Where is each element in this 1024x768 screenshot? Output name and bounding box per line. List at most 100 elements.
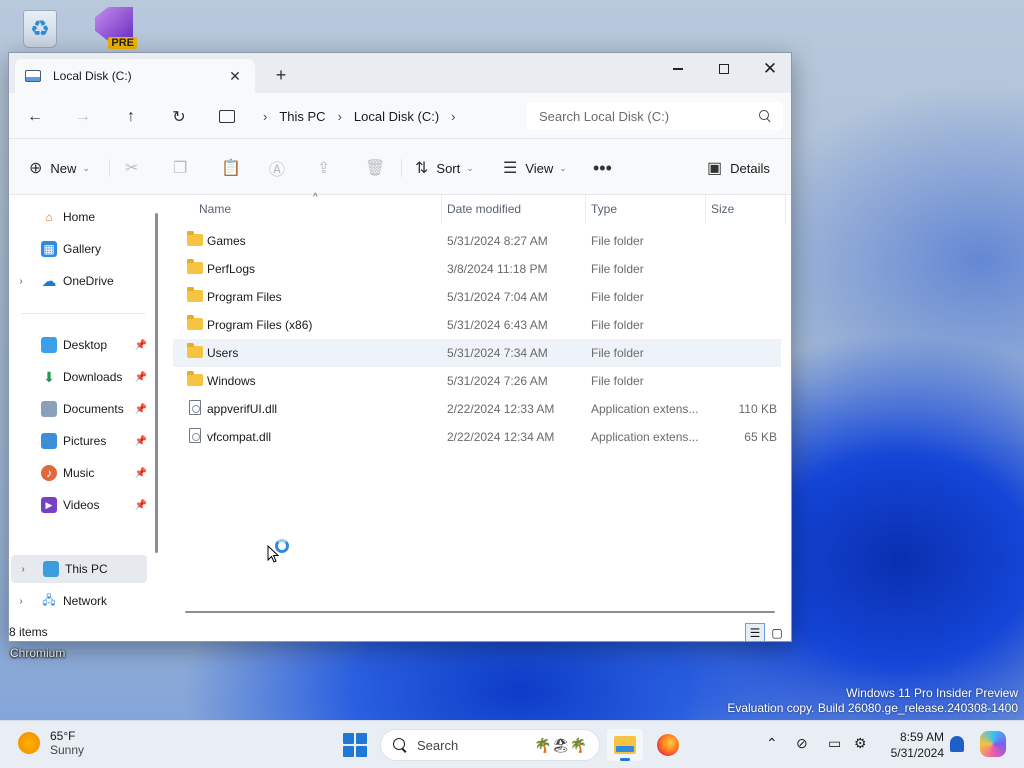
nav-item-documents[interactable]: Documents 📌	[9, 395, 149, 423]
details-label: Details	[730, 160, 770, 176]
refresh-button[interactable]: ↻	[167, 105, 191, 129]
table-row[interactable]: vfcompat.dll 2/22/2024 12:34 AM Applicatio…	[173, 423, 781, 451]
paste-button[interactable]: 📋	[221, 155, 249, 181]
expand-chevron-icon[interactable]: ›	[9, 596, 33, 607]
display-icon[interactable]: ▭	[828, 735, 841, 752]
expand-chevron-icon[interactable]: ›	[9, 276, 33, 287]
network-offline-icon[interactable]: ⊘	[796, 735, 808, 752]
close-tab-icon[interactable]: ✕	[225, 68, 245, 85]
taskbar: 65°F Sunny Search 🌴🏖🌴 ⌃ ⊘ ▭ ⚙ 8:59 AM 5/…	[0, 720, 1024, 768]
close-window-button[interactable]: ✕	[747, 55, 791, 83]
search-placeholder: Search Local Disk (C:)	[539, 108, 670, 124]
nav-item-videos[interactable]: ▶ Videos 📌	[9, 491, 149, 519]
copy-button[interactable]: ❐	[173, 155, 195, 181]
more-options-button[interactable]: •••	[593, 155, 620, 181]
weather-widget[interactable]: 65°F Sunny	[18, 729, 84, 757]
file-name: Games	[207, 234, 246, 248]
file-explorer-icon	[614, 736, 636, 754]
recycle-bin-icon[interactable]: ♻	[16, 6, 64, 52]
taskbar-search[interactable]: Search 🌴🏖🌴	[380, 729, 600, 761]
start-button[interactable]	[343, 733, 367, 757]
nav-item-desktop[interactable]: Desktop 📌	[9, 331, 149, 359]
ellipsis-icon: •••	[593, 157, 612, 178]
table-row[interactable]: Program Files (x86) 5/31/2024 6:43 AM File…	[173, 311, 781, 339]
chevron-right-icon[interactable]: ›	[263, 109, 267, 124]
up-button[interactable]: ↑	[119, 105, 143, 129]
maximize-button[interactable]	[701, 55, 747, 83]
horizontal-scrollbar[interactable]	[185, 611, 775, 613]
table-row[interactable]: Users 5/31/2024 7:34 AM File folder	[173, 339, 781, 367]
tab-local-disk[interactable]: Local Disk (C:) ✕	[15, 59, 255, 93]
forward-button[interactable]: →	[71, 105, 95, 129]
details-button[interactable]: ▣ Details	[707, 155, 770, 181]
nav-item-gallery[interactable]: ▦ Gallery	[9, 235, 149, 263]
chromium-desktop-label[interactable]: Chromium	[10, 646, 65, 660]
search-input[interactable]: Search Local Disk (C:)	[527, 102, 783, 130]
divider	[109, 159, 110, 177]
video-icon: ▶	[41, 497, 57, 513]
pin-icon[interactable]: 📌	[135, 436, 147, 447]
column-name[interactable]: Name	[199, 202, 231, 216]
column-divider[interactable]	[441, 195, 442, 223]
notification-bell-icon[interactable]	[950, 736, 964, 752]
view-button[interactable]: ☰ View ⌄	[503, 155, 567, 181]
nav-scrollbar[interactable]	[155, 213, 158, 553]
cloud-icon: ☁	[41, 273, 57, 290]
pin-icon[interactable]: 📌	[135, 404, 147, 415]
title-bar[interactable]: Local Disk (C:) ✕ + ✕	[9, 53, 791, 93]
details-view-button[interactable]: ☰	[745, 623, 765, 641]
clock[interactable]: 8:59 AM 5/31/2024	[880, 729, 944, 761]
breadcrumb-this-pc[interactable]: This PC	[279, 109, 325, 124]
pin-icon[interactable]: 📌	[135, 340, 147, 351]
table-row[interactable]: Windows 5/31/2024 7:26 AM File folder	[173, 367, 781, 395]
column-divider[interactable]	[705, 195, 706, 223]
sun-icon	[18, 732, 40, 754]
pin-icon[interactable]: 📌	[135, 372, 147, 383]
cut-button[interactable]: ✂	[125, 155, 146, 181]
chevron-right-icon[interactable]: ›	[451, 109, 455, 124]
rename-button[interactable]: Ⓐ	[269, 155, 293, 181]
taskbar-file-explorer[interactable]	[607, 729, 643, 761]
table-row[interactable]: appverifUI.dll 2/22/2024 12:33 AM Applicat…	[173, 395, 781, 423]
file-list: ^ Name Date modified Type Size Games 5/31…	[165, 192, 791, 623]
table-row[interactable]: Games 5/31/2024 8:27 AM File folder	[173, 227, 781, 255]
nav-item-downloads[interactable]: ⬇ Downloads 📌	[9, 363, 149, 391]
copilot-icon[interactable]	[980, 731, 1006, 757]
breadcrumb[interactable]: › This PC › Local Disk (C:) ›	[219, 102, 519, 130]
share-button[interactable]: ⇪	[317, 155, 338, 181]
new-tab-button[interactable]: +	[271, 65, 291, 86]
minimize-button[interactable]	[655, 55, 701, 83]
column-type[interactable]: Type	[591, 202, 617, 216]
table-row[interactable]: Program Files 5/31/2024 7:04 AM File folde…	[173, 283, 781, 311]
pin-icon[interactable]: 📌	[135, 500, 147, 511]
breadcrumb-local-disk[interactable]: Local Disk (C:)	[354, 109, 439, 124]
nav-item-this-pc[interactable]: › This PC	[11, 555, 147, 583]
dll-file-icon	[189, 400, 201, 415]
column-size[interactable]: Size	[711, 202, 734, 216]
accessibility-icon[interactable]: ⚙	[854, 735, 867, 752]
nav-item-home[interactable]: ⌂ Home	[9, 203, 149, 231]
chevron-right-icon[interactable]: ›	[338, 109, 342, 124]
taskbar-firefox[interactable]	[650, 729, 686, 761]
watermark-line-1: Windows 11 Pro Insider Preview	[846, 686, 1018, 700]
show-hidden-icons-chevron-icon[interactable]: ⌃	[766, 735, 778, 752]
column-date-modified[interactable]: Date modified	[447, 202, 521, 216]
column-divider[interactable]	[785, 195, 786, 223]
expand-chevron-icon[interactable]: ›	[11, 564, 35, 575]
table-row[interactable]: PerfLogs 3/8/2024 11:18 PM File folder	[173, 255, 781, 283]
pin-icon[interactable]: 📌	[135, 468, 147, 479]
weather-condition: Sunny	[50, 743, 85, 757]
tiles-view-button[interactable]: ▢	[767, 623, 787, 641]
nav-item-music[interactable]: ♪ Music 📌	[9, 459, 149, 487]
nav-item-network[interactable]: › 🖧 Network	[9, 587, 149, 615]
column-divider[interactable]	[585, 195, 586, 223]
vs-preview-badge: PRE	[108, 37, 137, 49]
nav-label: Videos	[63, 498, 100, 512]
nav-item-onedrive[interactable]: › ☁ OneDrive	[9, 267, 149, 295]
new-button[interactable]: ⊕ New ⌄	[29, 155, 90, 181]
delete-button[interactable]: 🗑	[365, 155, 393, 181]
nav-item-pictures[interactable]: Pictures 📌	[9, 427, 149, 455]
visual-studio-preview-icon[interactable]: PRE	[90, 4, 138, 50]
sort-button[interactable]: ⇅ Sort ⌄	[415, 155, 474, 181]
back-button[interactable]: ←	[23, 105, 47, 129]
